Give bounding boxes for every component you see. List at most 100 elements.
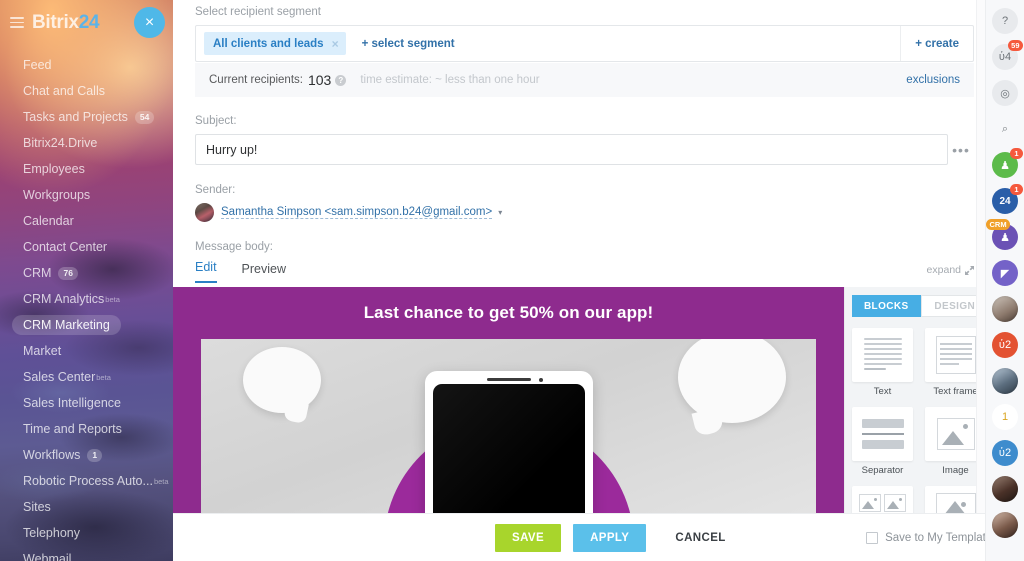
avatar-2[interactable] (992, 368, 1018, 394)
apply-button[interactable]: APPLY (573, 523, 647, 552)
sender-select[interactable]: Samantha Simpson <sam.simpson.b24@gmail.… (221, 206, 493, 219)
expand-arrows-icon (965, 265, 974, 275)
save-to-templates-checkbox[interactable]: Save to My Templates (866, 531, 998, 544)
block-label: Separator (861, 465, 904, 476)
sidebar-item-telephony[interactable]: Telephony (0, 520, 173, 546)
help-icon[interactable]: ? (992, 8, 1018, 34)
recipients-bar: Current recipients: 103 ? time estimate:… (195, 63, 974, 97)
block-image-group[interactable]: Image group (852, 486, 913, 513)
messenger-icon[interactable]: ◎ (992, 80, 1018, 106)
sidebar-item-sales-center[interactable]: Sales Center beta (0, 364, 173, 390)
sidebar-item-calendar[interactable]: Calendar (0, 208, 173, 234)
segment-label: Select recipient segment (195, 6, 321, 18)
block-separator[interactable]: Separator (852, 407, 913, 476)
badge: 59 (1007, 40, 1023, 51)
select-segment-button[interactable]: + select segment (362, 38, 455, 50)
sidebar-item-webmail[interactable]: Webmail (0, 546, 173, 561)
icon-glyph: 24 (999, 195, 1011, 207)
badge: 1 (1010, 148, 1023, 159)
icon-glyph: ⌕ (1001, 122, 1009, 135)
content-scrollbar[interactable] (976, 0, 985, 513)
sidebar-item-label: CRM (23, 266, 52, 280)
segment-chip-label: All clients and leads (213, 37, 324, 50)
icon-glyph: ὑ4 (998, 51, 1012, 63)
crm-contact-icon[interactable]: ♟ CRM (986, 219, 1018, 250)
marketing-megaphone-icon[interactable]: ◤ (992, 260, 1018, 286)
sidebar-item-contact-center[interactable]: Contact Center (0, 234, 173, 260)
menu-hamburger-icon[interactable] (10, 14, 24, 31)
save-to-templates-label: Save to My Templates (885, 531, 998, 544)
beta-tag: beta (105, 294, 120, 304)
crown-award-icon[interactable]: 1 (992, 404, 1018, 430)
sidebar-item-employees[interactable]: Employees (0, 156, 173, 182)
sidebar-header: Bitrix24 × (0, 0, 173, 45)
sidebar-item-label: Chat and Calls (23, 84, 105, 98)
sidebar-item-chat-and-calls[interactable]: Chat and Calls (0, 78, 173, 104)
tab-edit[interactable]: Edit (195, 260, 217, 283)
subject-more-icon[interactable]: ••• (948, 142, 974, 158)
expand-button[interactable]: expand (927, 264, 974, 283)
sidebar-item-market[interactable]: Market (0, 338, 173, 364)
message-body-group: Message body: Edit Preview expand (195, 241, 974, 283)
segment-selector: All clients and leads × + select segment… (195, 25, 974, 62)
sidebar-item-badge: 76 (58, 266, 78, 280)
sidebar-item-crm[interactable]: CRM 76 (0, 260, 173, 286)
sidebar-item-crm-analytics[interactable]: CRM Analytics beta (0, 286, 173, 312)
create-segment-button[interactable]: + create (900, 26, 973, 61)
search-icon[interactable]: ⌕ (992, 116, 1018, 142)
badge: 1 (1010, 184, 1023, 195)
info-icon[interactable]: ? (335, 74, 347, 86)
blocks-grid: Text Text frame Separator Image (852, 328, 989, 513)
segment-chip[interactable]: All clients and leads × (204, 32, 346, 55)
avatar-3[interactable] (992, 476, 1018, 502)
sidebar-item-label: Calendar (23, 214, 74, 228)
sidebar-item-sites[interactable]: Sites (0, 494, 173, 520)
tab-blocks[interactable]: BLOCKS (852, 295, 921, 317)
avatar-4[interactable] (992, 512, 1018, 538)
beta-tag: beta (153, 476, 169, 486)
contact-green-icon[interactable]: ♟ 1 (992, 148, 1023, 178)
phone-screen (432, 384, 585, 513)
tab-preview[interactable]: Preview (242, 262, 286, 283)
sidebar-item-label: Feed (23, 58, 52, 72)
close-icon[interactable]: × (134, 7, 165, 38)
avatar (195, 203, 214, 222)
avatar-1[interactable] (992, 296, 1018, 322)
sidebar-item-label: Telephony (23, 526, 80, 540)
sidebar-item-feed[interactable]: Feed (0, 52, 173, 78)
sidebar-item-tasks-and-projects[interactable]: Tasks and Projects 54 (0, 104, 173, 130)
lock-orange-icon[interactable]: ὑ2 (992, 332, 1018, 358)
lock-blue-icon[interactable]: ὑ2 (992, 440, 1018, 466)
sidebar-item-sales-intelligence[interactable]: Sales Intelligence (0, 390, 173, 416)
sidebar-item-crm-marketing[interactable]: CRM Marketing (0, 312, 173, 338)
bitrix24-icon[interactable]: 24 1 (992, 184, 1023, 214)
exclusions-link[interactable]: exclusions (906, 74, 960, 86)
sender-field-group: Sender: Samantha Simpson <sam.simpson.b2… (195, 184, 974, 222)
sidebar-item-workflows[interactable]: Workflows 1 (0, 442, 173, 468)
sidebar-item-badge: 1 (87, 448, 103, 462)
sidebar-item-time-and-reports[interactable]: Time and Reports (0, 416, 173, 442)
badge: CRM (986, 219, 1011, 230)
sidebar-item-label: Robotic Process Auto... (23, 474, 153, 488)
sidebar-item-workgroups[interactable]: Workgroups (0, 182, 173, 208)
chevron-down-icon[interactable]: ▾ (498, 208, 502, 217)
email-canvas[interactable]: Last chance to get 50% on our app! (173, 287, 844, 513)
blocks-panel-tabs: BLOCKS DESIGN (852, 295, 989, 317)
image-group-icon (852, 486, 913, 513)
close-icon[interactable]: × (332, 38, 339, 50)
sidebar-item-bitrix24-drive[interactable]: Bitrix24.Drive (0, 130, 173, 156)
checkbox-icon[interactable] (866, 531, 879, 544)
cancel-button[interactable]: CANCEL (658, 524, 742, 552)
subject-input[interactable] (195, 134, 948, 165)
expand-label: expand (926, 264, 961, 276)
block-text[interactable]: Text (852, 328, 913, 397)
save-button[interactable]: SAVE (495, 523, 562, 552)
icon-glyph: ♟ (1000, 159, 1010, 172)
sidebar-item-label: CRM Marketing (12, 315, 121, 335)
banner-title: Last chance to get 50% on our app! (363, 303, 654, 322)
phone-camera (538, 377, 543, 382)
sidebar-item-robotic-process-auto[interactable]: Robotic Process Auto... beta (0, 468, 173, 494)
notifications-bell-icon[interactable]: ὑ4 59 (992, 40, 1023, 70)
icon-glyph: ? (1001, 15, 1009, 27)
icon-glyph: 1 (1001, 411, 1009, 423)
